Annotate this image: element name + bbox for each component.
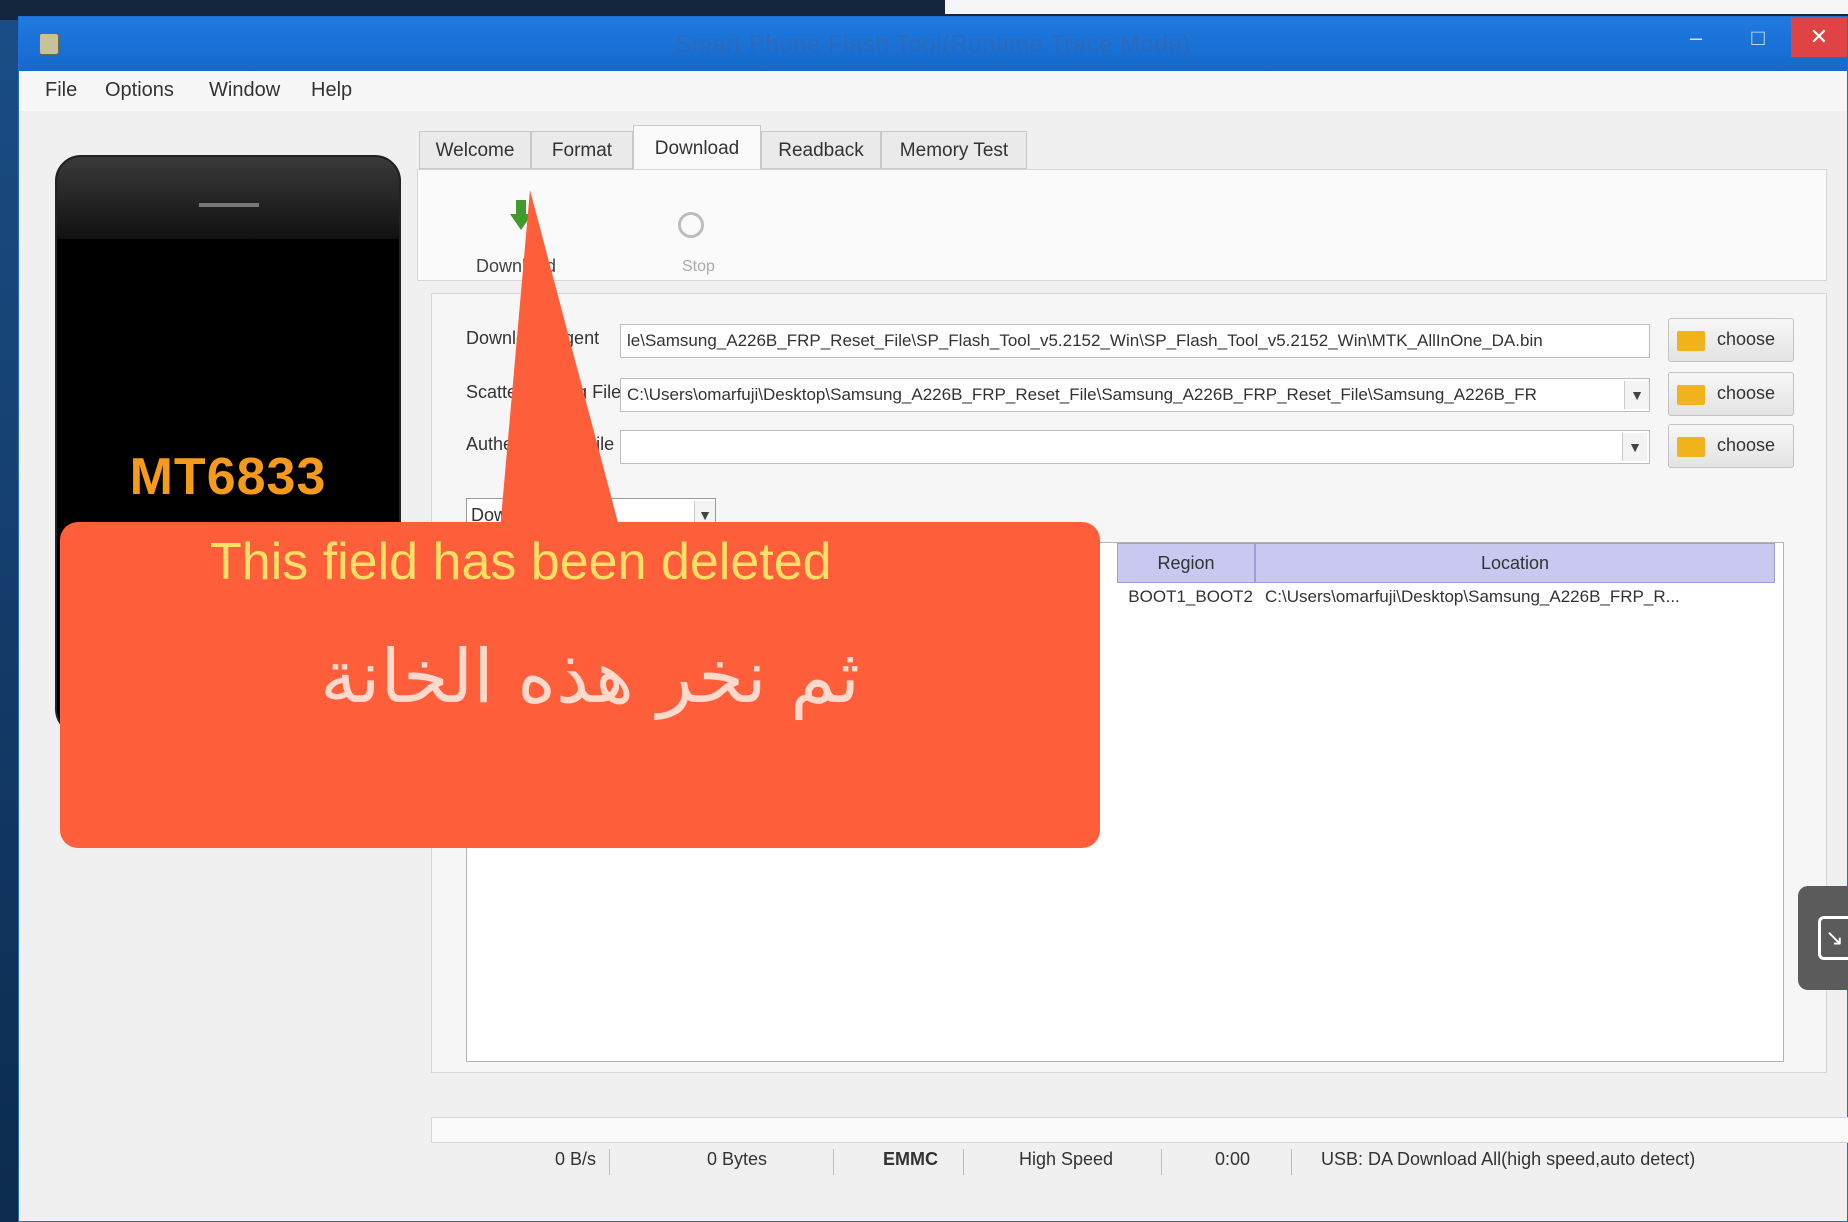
- download-arrow-icon[interactable]: [510, 200, 532, 230]
- minimize-button[interactable]: –: [1673, 23, 1719, 53]
- choose-button-label: choose: [1717, 329, 1776, 349]
- folder-icon: [1677, 385, 1705, 405]
- auth-file-label: Authentication File: [466, 434, 615, 454]
- menu-bar: File Options Window Help: [19, 71, 1847, 111]
- chevron-down-icon[interactable]: ▼: [1624, 381, 1649, 409]
- menu-window[interactable]: Window: [209, 79, 280, 102]
- chip-model-label: MT6833: [129, 448, 327, 506]
- phone-speaker: [199, 203, 259, 207]
- download-agent-label: Download-Agent: [466, 328, 600, 348]
- status-speed: 0 B/s: [555, 1149, 597, 1169]
- column-header-region[interactable]: Region: [1117, 543, 1255, 583]
- phone-screen-glare: [57, 157, 399, 239]
- desktop-browser-strip: [945, 0, 1848, 14]
- status-bar: 0 B/s 0 Bytes EMMC High Speed 0:00 USB: …: [431, 1145, 1848, 1179]
- status-separator: [833, 1149, 834, 1175]
- status-time: 0:00: [1215, 1149, 1251, 1169]
- auth-choose-button[interactable]: choose: [1668, 424, 1794, 468]
- side-panel-toggle[interactable]: ↘: [1798, 886, 1848, 990]
- menu-help[interactable]: Help: [311, 79, 352, 102]
- tab-format[interactable]: Format: [531, 131, 633, 169]
- status-storage: EMMC: [883, 1149, 938, 1169]
- tab-welcome[interactable]: Welcome: [419, 131, 531, 169]
- scatter-file-input[interactable]: C:\Users\omarfuji\Desktop\Samsung_A226B_…: [620, 378, 1650, 412]
- download-agent-choose-button[interactable]: choose: [1668, 318, 1794, 362]
- callout-arabic-text: ثم نخر هذه الخانة: [320, 634, 860, 720]
- scatter-choose-button[interactable]: choose: [1668, 372, 1794, 416]
- chevron-down-icon[interactable]: ▼: [1622, 433, 1647, 461]
- stop-icon[interactable]: [678, 212, 704, 238]
- download-toolbar: Download Stop: [417, 169, 1827, 281]
- status-separator: [963, 1149, 964, 1175]
- menu-options[interactable]: Options: [105, 79, 174, 102]
- choose-button-label: choose: [1717, 435, 1776, 455]
- callout-english-text: This field has been deleted: [210, 533, 832, 591]
- menu-file[interactable]: File: [45, 79, 77, 102]
- table-cell-location[interactable]: C:\Users\omarfuji\Desktop\Samsung_A226B_…: [1265, 587, 1765, 607]
- auth-file-input[interactable]: [620, 430, 1650, 464]
- choose-button-label: choose: [1717, 383, 1776, 403]
- expand-icon: ↘: [1818, 916, 1848, 960]
- table-cell-region[interactable]: BOOT1_BOOT2: [1117, 587, 1253, 607]
- folder-icon: [1677, 437, 1705, 457]
- scatter-file-label: Scatter-loading File: [466, 382, 622, 402]
- column-header-location[interactable]: Location: [1255, 543, 1775, 583]
- scatter-file-value: C:\Users\omarfuji\Desktop\Samsung_A226B_…: [627, 385, 1537, 404]
- status-usb-speed: High Speed: [1019, 1149, 1114, 1169]
- stop-button-label[interactable]: Stop: [682, 258, 715, 276]
- tab-download[interactable]: Download: [633, 125, 761, 171]
- progress-bar: [431, 1117, 1848, 1143]
- window-title: Smart Phone Flash Tool(Runtime Trace Mod…: [675, 31, 1191, 58]
- tab-memory-test[interactable]: Memory Test: [881, 131, 1027, 169]
- status-bytes: 0 Bytes: [707, 1149, 768, 1169]
- tab-readback[interactable]: Readback: [761, 131, 881, 169]
- close-button[interactable]: ✕: [1791, 17, 1847, 57]
- status-separator: [1291, 1149, 1292, 1175]
- annotation-callout: This field has been deleted ثم نخر هذه ا…: [60, 522, 1100, 848]
- title-bar[interactable]: Smart Phone Flash Tool(Runtime Trace Mod…: [19, 17, 1847, 71]
- download-button-label[interactable]: Download: [476, 256, 556, 277]
- maximize-button[interactable]: □: [1735, 23, 1781, 53]
- folder-icon: [1677, 331, 1705, 351]
- status-separator: [1161, 1149, 1162, 1175]
- status-separator: [609, 1149, 610, 1175]
- status-usb-mode: USB: DA Download All(high speed,auto det…: [1321, 1149, 1696, 1169]
- download-agent-input[interactable]: le\Samsung_A226B_FRP_Reset_File\SP_Flash…: [620, 324, 1650, 358]
